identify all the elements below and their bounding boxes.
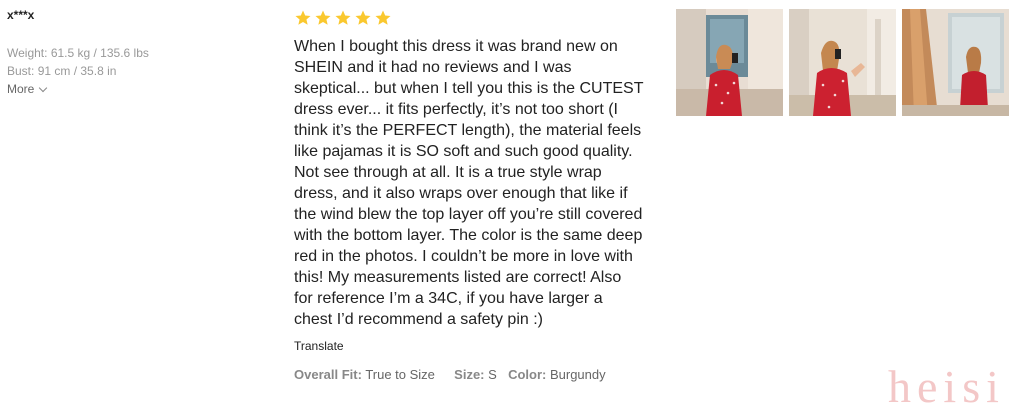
color-value: Burgundy: [549, 367, 606, 382]
translate-link[interactable]: Translate: [294, 339, 644, 353]
reviewer-name: x***x: [7, 8, 35, 22]
review-body: When I bought this dress it was brand ne…: [294, 8, 644, 382]
overall-fit-label: Overall Fit:: [294, 367, 362, 382]
star-icon: [314, 9, 332, 27]
review-photo-2[interactable]: [789, 9, 896, 116]
reviewer-panel: x***x Weight: 61.5 kg / 135.6 lbs Bust: …: [7, 8, 247, 98]
fit-details: Overall Fit: True to Size Size: S Color:…: [294, 367, 644, 382]
mirror-back-image: [902, 9, 1009, 116]
more-button[interactable]: More: [7, 80, 48, 98]
reviewer-measurements: Weight: 61.5 kg / 135.6 lbs Bust: 91 cm …: [7, 44, 247, 80]
color-label: Color:: [508, 367, 547, 382]
watermark-text: heisi: [888, 361, 1005, 412]
weight-value: 61.5 kg / 135.6 lbs: [50, 46, 149, 60]
star-icon: [334, 9, 352, 27]
more-label: More: [7, 82, 35, 96]
bust-row: Bust: 91 cm / 35.8 in: [7, 62, 247, 80]
bust-label: Bust:: [7, 64, 35, 78]
star-icon: [374, 9, 392, 27]
mirror-selfie-image: [676, 9, 783, 116]
review-text: When I bought this dress it was brand ne…: [294, 38, 644, 328]
review-photos: [676, 9, 1009, 116]
review-photo-1[interactable]: [676, 9, 783, 116]
size-value: S: [488, 367, 497, 382]
size-label: Size:: [454, 367, 485, 382]
star-icon: [294, 9, 312, 27]
overall-fit-value: True to Size: [365, 367, 435, 382]
review-photo-3[interactable]: [902, 9, 1009, 116]
star-rating: [294, 8, 644, 28]
mirror-selfie-image: [789, 9, 896, 116]
weight-label: Weight:: [7, 46, 48, 60]
star-icon: [354, 9, 372, 27]
bust-value: 91 cm / 35.8 in: [37, 64, 117, 78]
chevron-down-icon: [39, 83, 48, 92]
weight-row: Weight: 61.5 kg / 135.6 lbs: [7, 44, 247, 62]
